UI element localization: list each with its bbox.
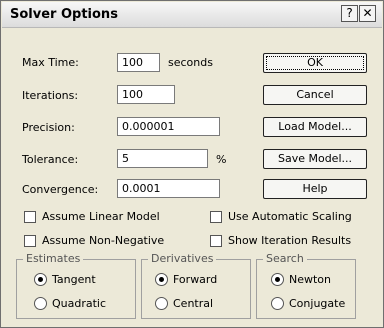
max-time-input[interactable]: 100	[117, 53, 160, 72]
question-icon: ?	[346, 6, 353, 20]
assume-linear-model-label[interactable]: Assume Linear Model	[42, 210, 160, 223]
show-iteration-results-checkbox[interactable]	[210, 235, 222, 247]
assume-linear-model-checkbox[interactable]	[24, 211, 36, 223]
derivatives-group-title: Derivatives	[148, 252, 217, 265]
seconds-unit: seconds	[168, 56, 213, 69]
radio-selected-dot	[275, 277, 280, 282]
title-bar[interactable]: Solver Options ? ✕	[2, 2, 382, 28]
search-group: Search Newton Conjugate	[256, 252, 356, 319]
show-iteration-results-label[interactable]: Show Iteration Results	[228, 234, 351, 247]
estimates-group: Estimates Tangent Quadratic	[16, 252, 136, 319]
quadratic-radio[interactable]	[34, 297, 47, 310]
radio-selected-dot	[38, 277, 43, 282]
close-icon: ✕	[362, 6, 373, 20]
help-button[interactable]: Help	[263, 179, 367, 199]
solver-options-dialog: Solver Options ? ✕ Max Time: 100 seconds…	[0, 0, 384, 328]
quadratic-label[interactable]: Quadratic	[52, 297, 106, 310]
use-automatic-scaling-label[interactable]: Use Automatic Scaling	[228, 210, 352, 223]
search-group-title: Search	[263, 252, 307, 265]
use-automatic-scaling-checkbox[interactable]	[210, 211, 222, 223]
conjugate-radio[interactable]	[271, 297, 284, 310]
tolerance-input[interactable]: 5	[117, 149, 208, 168]
cancel-button[interactable]: Cancel	[263, 85, 367, 105]
central-label[interactable]: Central	[173, 297, 213, 310]
forward-label[interactable]: Forward	[173, 273, 217, 286]
ok-button[interactable]: OK	[263, 53, 367, 73]
iterations-input[interactable]: 100	[117, 85, 175, 104]
close-button[interactable]: ✕	[359, 5, 376, 22]
derivatives-group: Derivatives Forward Central	[141, 252, 251, 319]
assume-non-negative-checkbox[interactable]	[24, 235, 36, 247]
convergence-input[interactable]: 0.0001	[117, 179, 220, 198]
newton-radio[interactable]	[271, 273, 284, 286]
dialog-title: Solver Options	[10, 7, 118, 22]
precision-input[interactable]: 0.000001	[117, 117, 220, 136]
max-time-label: Max Time:	[22, 56, 79, 69]
help-title-button[interactable]: ?	[341, 5, 358, 22]
tangent-label[interactable]: Tangent	[52, 273, 96, 286]
save-model-button[interactable]: Save Model...	[263, 149, 367, 169]
central-radio[interactable]	[155, 297, 168, 310]
percent-unit: %	[216, 153, 227, 166]
radio-selected-dot	[159, 277, 164, 282]
iterations-label: Iterations:	[22, 89, 79, 102]
conjugate-label[interactable]: Conjugate	[289, 297, 345, 310]
forward-radio[interactable]	[155, 273, 168, 286]
precision-label: Precision:	[22, 121, 75, 134]
estimates-group-title: Estimates	[23, 252, 84, 265]
tolerance-label: Tolerance:	[22, 153, 79, 166]
convergence-label: Convergence:	[22, 183, 99, 196]
newton-label[interactable]: Newton	[289, 273, 331, 286]
load-model-button[interactable]: Load Model...	[263, 117, 367, 137]
tangent-radio[interactable]	[34, 273, 47, 286]
assume-non-negative-label[interactable]: Assume Non-Negative	[42, 234, 164, 247]
